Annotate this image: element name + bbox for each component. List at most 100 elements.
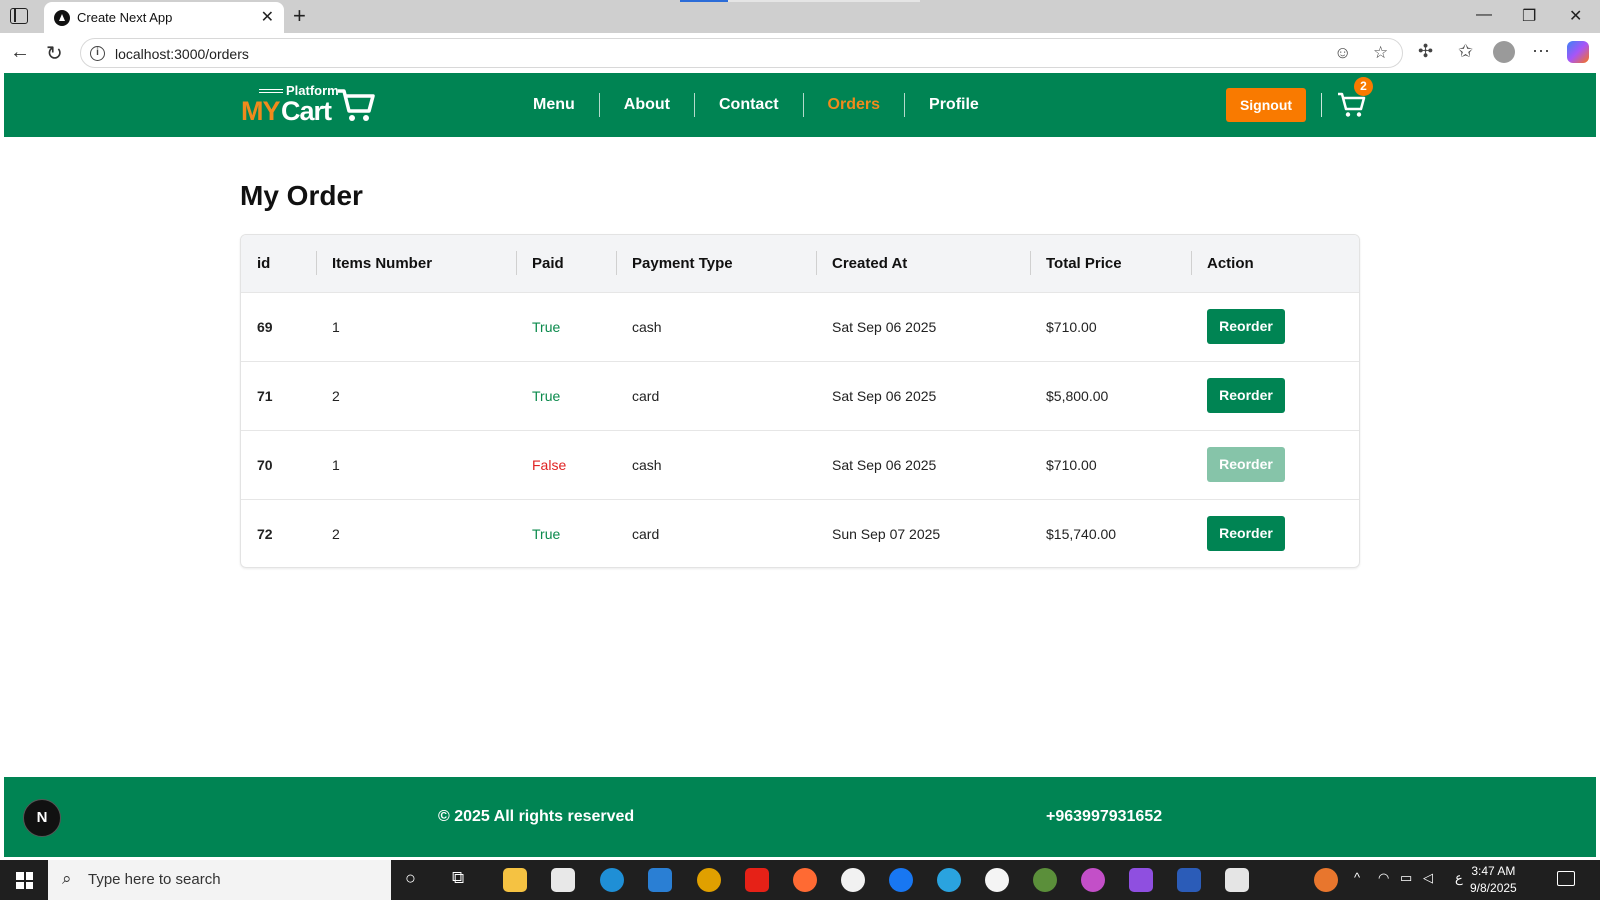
facebook-icon[interactable]: [889, 868, 913, 892]
extensions-icon[interactable]: ✣: [1418, 41, 1433, 62]
system-clock[interactable]: 3:47 AM 9/8/2025: [1470, 863, 1517, 897]
site-info-icon[interactable]: i: [90, 46, 105, 61]
page-title: My Order: [240, 180, 363, 211]
obs-icon[interactable]: [1081, 868, 1105, 892]
col-action: Action: [1191, 235, 1359, 292]
order-total: $5,800.00: [1046, 387, 1109, 404]
app-store-icon[interactable]: [841, 868, 865, 892]
order-items: 2: [332, 525, 340, 542]
telegram-icon[interactable]: [937, 868, 961, 892]
col-created-at: Created At: [816, 235, 1030, 292]
volume-icon[interactable]: ◁: [1423, 870, 1433, 886]
order-payment-type: card: [632, 387, 660, 404]
order-id: 70: [257, 456, 273, 473]
cortana-icon[interactable]: ○: [405, 868, 416, 889]
wifi-icon[interactable]: ◠: [1378, 870, 1389, 886]
favorites-icon[interactable]: ✩: [1458, 41, 1473, 62]
site-logo[interactable]: Platform MY Cart: [241, 83, 381, 127]
language-indicator[interactable]: ع: [1455, 870, 1463, 886]
tab-actions-icon[interactable]: [10, 8, 28, 24]
filter-app-icon[interactable]: [1129, 868, 1153, 892]
nav-orders[interactable]: Orders: [804, 93, 906, 117]
word-icon[interactable]: [1177, 868, 1201, 892]
logo-speed-lines: [259, 89, 283, 93]
chevron-up-icon[interactable]: ^: [1354, 870, 1360, 885]
reorder-button-disabled[interactable]: Reorder: [1207, 447, 1285, 482]
restore-icon[interactable]: ❐: [1522, 6, 1536, 26]
profile-avatar[interactable]: [1493, 41, 1515, 63]
table-row: 69 1 True cash Sat Sep 06 2025 $710.00 R…: [241, 292, 1359, 361]
nav-contact[interactable]: Contact: [695, 93, 804, 117]
footer-copyright: © 2025 All rights reserved: [438, 808, 635, 825]
nav-menu[interactable]: Menu: [509, 93, 600, 117]
reorder-button[interactable]: Reorder: [1207, 516, 1285, 552]
reorder-button[interactable]: Reorder: [1207, 378, 1285, 413]
mongodb-icon[interactable]: [985, 868, 1009, 892]
taskbar-search-placeholder: Type here to search: [88, 871, 221, 888]
photos-icon[interactable]: [1225, 868, 1249, 892]
orders-table-card: id Items Number Paid Payment Type Create…: [240, 234, 1360, 568]
browser-tab-bar: Create Next App ✕ + — ❐ ✕: [0, 0, 1600, 33]
col-items-number: Items Number: [316, 235, 516, 292]
order-id: 71: [257, 387, 273, 404]
table-row: 72 2 True card Sun Sep 07 2025 $15,740.0…: [241, 499, 1359, 567]
back-icon[interactable]: ←: [10, 41, 30, 64]
footer-phone: +963997931652: [1046, 808, 1163, 825]
battery-icon[interactable]: ▭: [1400, 870, 1412, 886]
order-paid: True: [532, 318, 561, 335]
close-tab-icon[interactable]: ✕: [261, 7, 274, 27]
paint-icon[interactable]: [1033, 868, 1057, 892]
clock-time: 3:47 AM: [1471, 864, 1516, 878]
mail-icon[interactable]: [551, 868, 575, 892]
taskbar-search[interactable]: ⌕ Type here to search: [48, 860, 391, 900]
main-nav: Menu About Contact Orders Profile: [509, 73, 1003, 137]
weather-icon[interactable]: [1314, 868, 1338, 892]
loading-indicator: [680, 0, 920, 2]
nextjs-dev-badge[interactable]: N: [23, 799, 61, 837]
table-header-row: id Items Number Paid Payment Type Create…: [241, 235, 1359, 292]
task-view-icon[interactable]: ⧉: [452, 868, 464, 888]
col-paid: Paid: [516, 235, 616, 292]
notifications-icon[interactable]: [1557, 871, 1575, 886]
order-created-at: Sat Sep 06 2025: [832, 318, 937, 335]
signout-button[interactable]: Signout: [1226, 88, 1306, 122]
order-payment-type: cash: [632, 456, 662, 473]
reorder-button[interactable]: Reorder: [1207, 309, 1285, 344]
windows-start-icon[interactable]: [16, 872, 33, 889]
order-items: 2: [332, 387, 340, 404]
order-items: 1: [332, 318, 340, 335]
close-window-icon[interactable]: ✕: [1569, 6, 1582, 26]
postman-icon[interactable]: [793, 868, 817, 892]
file-explorer-icon[interactable]: [503, 868, 527, 892]
address-bar-row: ← ↻ i localhost:3000/orders ☺ ☆ ✣ ✩ ⋯: [0, 33, 1600, 73]
nav-about[interactable]: About: [600, 93, 695, 117]
browser-tab[interactable]: Create Next App ✕: [44, 2, 284, 33]
favorite-star-icon[interactable]: ☆: [1373, 43, 1388, 63]
more-options-icon[interactable]: ⋯: [1532, 41, 1550, 62]
app-header: Platform MY Cart Menu About Contact Orde…: [4, 73, 1596, 137]
cart-count-badge: 2: [1354, 77, 1373, 96]
table-row: 71 2 True card Sat Sep 06 2025 $5,800.00…: [241, 361, 1359, 430]
table-row: 70 1 False cash Sat Sep 06 2025 $710.00 …: [241, 430, 1359, 499]
copilot-icon[interactable]: [1567, 41, 1589, 63]
order-created-at: Sat Sep 06 2025: [832, 456, 937, 473]
nextjs-favicon-icon: [54, 10, 70, 26]
order-payment-type: cash: [632, 318, 662, 335]
new-tab-icon[interactable]: +: [293, 3, 306, 29]
refresh-icon[interactable]: ↻: [46, 41, 63, 66]
reading-mode-icon[interactable]: ☺: [1334, 43, 1351, 63]
vscode-icon[interactable]: [648, 868, 672, 892]
orders-table: id Items Number Paid Payment Type Create…: [241, 235, 1359, 567]
nav-profile[interactable]: Profile: [905, 93, 1003, 117]
order-items: 1: [332, 456, 340, 473]
order-total: $15,740.00: [1046, 525, 1117, 542]
minimize-icon[interactable]: —: [1476, 6, 1492, 24]
url-text[interactable]: localhost:3000/orders: [115, 46, 249, 62]
header-divider: [1321, 93, 1322, 117]
windows-taskbar: ⌕ Type here to search ○ ⧉ ^ ◠ ▭ ◁ ع 3:47…: [0, 860, 1600, 900]
youtube-icon[interactable]: [745, 868, 769, 892]
edge-icon[interactable]: [600, 868, 624, 892]
order-total: $710.00: [1046, 318, 1097, 335]
chrome-icon[interactable]: [697, 868, 721, 892]
url-field[interactable]: i localhost:3000/orders ☺ ☆: [80, 38, 1403, 68]
